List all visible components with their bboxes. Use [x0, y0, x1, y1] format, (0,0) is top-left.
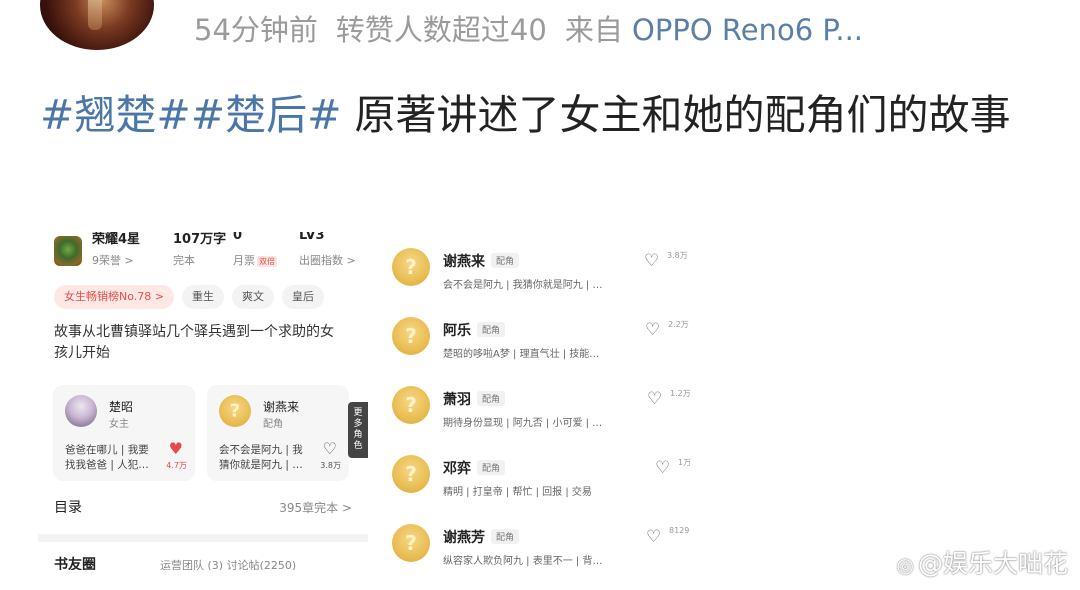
genre-chip[interactable]: 爽文 [231, 285, 274, 309]
tag-chips: 女生畅销榜No.78 > 重生 爽文 皇后 [54, 285, 332, 311]
repost-count: 转赞人数超过40 [335, 13, 547, 47]
stat-value: 荣耀4星 [92, 232, 141, 247]
stat-label: 完本 [173, 254, 195, 267]
placeholder-avatar-icon [392, 386, 430, 424]
hashtag-link[interactable]: #楚后# [191, 91, 342, 139]
source-prefix: 来自 [564, 13, 623, 47]
placeholder-avatar-icon [392, 248, 430, 286]
post-body: 原著讲述了女主和她的配角们的故事 [341, 91, 1011, 139]
character-desc: 精明 | 打皇帝 | 帮忙 | 回报 | 交易 [443, 487, 592, 498]
character-avatar [65, 395, 97, 427]
role-tag: 配角 [477, 391, 506, 406]
stat-label: 月票 双倍 [233, 252, 277, 268]
stat-value: LV3 [299, 232, 325, 243]
character-name: 阿乐 配角 [443, 320, 506, 340]
character-item[interactable]: 邓弈配角 精明 | 打皇帝 | 帮忙 | 回报 | 交易 ♡ 1万 [388, 447, 698, 507]
character-desc: 纵容家人欺负阿九 | 表里不一 | 背… [443, 556, 603, 567]
character-item[interactable]: 阿乐配角 楚昭的哆啦A梦 | 理直气壮 | 技能… ♡ 2.2万 [388, 309, 698, 369]
post-time: 54分钟前 [194, 13, 318, 47]
placeholder-avatar-icon [219, 395, 251, 427]
heart-icon[interactable]: ♡ [646, 529, 661, 546]
role-card[interactable]: 谢燕来 配角 会不会是阿九 | 我 猜你就是阿九 | … ♡ 3.8万 [207, 385, 349, 481]
catalog-label[interactable]: 目录 [54, 497, 82, 517]
role-type: 女主 [109, 419, 129, 430]
role-tag: 配角 [491, 529, 520, 544]
bookfriends-stats: 运营团队 (3) 讨论帖(2250) [160, 559, 297, 570]
role-type: 配角 [263, 419, 283, 430]
watermark-text: @娱乐大咄花 [917, 549, 1068, 578]
heart-icon[interactable]: ♡ [655, 460, 670, 477]
stat-label[interactable]: 出圈指数 > [299, 252, 356, 268]
post-meta: 54分钟前 转赞人数超过40 来自 OPPO Reno6 P... [194, 10, 863, 50]
character-desc: 会不会是阿九 | 我猜你就是阿九 | … [443, 280, 603, 291]
heart-icon[interactable]: ♡ [644, 253, 659, 270]
more-roles-tab[interactable]: 更多角色 [348, 402, 368, 458]
like-count: 2.2万 [668, 320, 689, 329]
device-link[interactable]: OPPO Reno6 P... [632, 13, 863, 47]
role-name: 楚昭 [109, 400, 134, 414]
character-name-text: 萧羽 [443, 392, 471, 408]
like-count: 4.7万 [166, 461, 187, 470]
heart-icon[interactable]: ♡ [323, 441, 337, 457]
role-tag: 配角 [477, 322, 506, 337]
rank-chip[interactable]: 女生畅销榜No.78 > [54, 285, 174, 309]
character-name: 谢燕芳 配角 [443, 527, 520, 547]
role-tag: 配角 [477, 460, 506, 475]
character-name-text: 邓弈 [443, 461, 471, 477]
character-name: 谢燕来 配角 [443, 251, 520, 271]
like-count: 3.8万 [320, 461, 341, 470]
hashtag-link[interactable]: #翘楚# [40, 91, 191, 139]
like-count: 1万 [678, 458, 692, 467]
character-name: 萧羽 配角 [443, 389, 506, 409]
role-tag: 配角 [491, 253, 520, 268]
genre-chip[interactable]: 皇后 [281, 285, 324, 309]
honor-medal-icon [54, 236, 82, 266]
heart-icon[interactable]: ♡ [645, 322, 660, 339]
user-avatar[interactable] [40, 0, 154, 50]
watermark: ◎ @娱乐大咄花 [897, 544, 1068, 580]
stat-value: 107万字 [173, 232, 227, 247]
book-intro: 故事从北曹镇驿站几个驿兵遇到一个求助的女孩儿开始 [54, 324, 334, 361]
stat-label: 9荣誉 > [92, 254, 134, 267]
double-badge: 双倍 [257, 256, 277, 267]
genre-chip[interactable]: 重生 [181, 285, 224, 309]
book-stats: 荣耀4星 9荣誉 > 107万字 完本 0 月票 双倍 LV3 出圈指数 > [38, 232, 368, 272]
section-divider [38, 534, 368, 542]
placeholder-avatar-icon [392, 524, 430, 562]
character-name-text: 谢燕芳 [443, 530, 485, 546]
role-keywords: 找我爸爸 | 人犯… [65, 459, 149, 471]
like-count: 8129 [669, 526, 690, 535]
character-desc: 楚昭的哆啦A梦 | 理直气壮 | 技能… [443, 349, 600, 360]
weibo-logo-icon: ◎ [896, 553, 914, 577]
placeholder-avatar-icon [392, 455, 430, 493]
bookfriends-label[interactable]: 书友圈 [54, 554, 96, 570]
character-item[interactable]: 萧羽配角 期待身份显现 | 阿九否 | 小可爱 | … ♡ 1.2万 [388, 378, 698, 438]
catalog-count[interactable]: 395章完本 > [279, 499, 352, 516]
role-keywords: 爸爸在哪儿 | 我要 [65, 444, 149, 456]
post-text: #翘楚##楚后# 原著讲述了女主和她的配角们的故事 [40, 84, 1040, 146]
role-keywords: 会不会是阿九 | 我 [219, 444, 303, 456]
role-card[interactable]: 楚昭 女主 爸爸在哪儿 | 我要 找我爸爸 | 人犯… ♥ 4.7万 [53, 385, 195, 481]
character-list: 谢燕来配角 会不会是阿九 | 我猜你就是阿九 | … ♡ 3.8万 阿乐配角 楚… [388, 232, 698, 572]
like-count: 1.2万 [670, 389, 691, 398]
placeholder-avatar-icon [392, 317, 430, 355]
character-item[interactable]: 谢燕来配角 会不会是阿九 | 我猜你就是阿九 | … ♡ 3.8万 [388, 240, 698, 300]
stat-label-text: 月票 [233, 254, 255, 267]
book-detail-screenshot[interactable]: 荣耀4星 9荣誉 > 107万字 完本 0 月票 双倍 LV3 出圈指数 > 女生… [38, 232, 368, 570]
character-name: 邓弈 配角 [443, 458, 506, 478]
character-desc: 期待身份显现 | 阿九否 | 小可爱 | … [443, 418, 603, 429]
role-name: 谢燕来 [263, 400, 300, 414]
heart-icon[interactable]: ♡ [647, 391, 662, 408]
stat-value: 0 [233, 232, 243, 243]
character-name-text: 阿乐 [443, 323, 471, 339]
character-item[interactable]: 谢燕芳配角 纵容家人欺负阿九 | 表里不一 | 背… ♡ 8129 [388, 516, 698, 576]
role-keywords: 猜你就是阿九 | … [219, 459, 303, 471]
character-name-text: 谢燕来 [443, 254, 485, 270]
heart-icon[interactable]: ♥ [169, 441, 183, 457]
like-count: 3.8万 [667, 251, 688, 260]
